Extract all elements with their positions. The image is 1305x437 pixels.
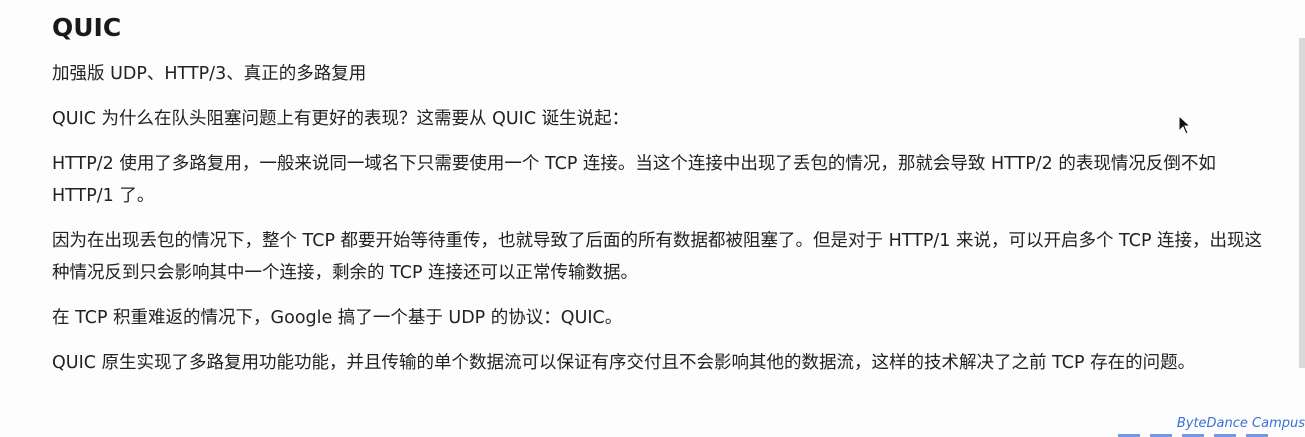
paragraph-packet-loss: 因为在出现丢包的情况下，整个 TCP 都要开始等待重传，也就导致了后面的所有数据… bbox=[52, 231, 1263, 283]
scrollbar[interactable] bbox=[1299, 38, 1305, 368]
article-content: QUIC 加强版 UDP、HTTP/3、真正的多路复用 QUIC 为什么在队头阻… bbox=[52, 10, 1277, 392]
paragraph-http2: HTTP/2 使用了多路复用，一般来说同一域名下只需要使用一个 TCP 连接。当… bbox=[52, 154, 1216, 206]
paragraph-google-quic: 在 TCP 积重难返的情况下，Google 搞了一个基于 UDP 的协议：QUI… bbox=[52, 308, 623, 328]
mouse-pointer-icon bbox=[1178, 115, 1192, 135]
paragraph-subtitle: 加强版 UDP、HTTP/3、真正的多路复用 bbox=[52, 64, 367, 84]
lecture-slide: QUIC 加强版 UDP、HTTP/3、真正的多路复用 QUIC 为什么在队头阻… bbox=[0, 0, 1305, 437]
page-title: QUIC bbox=[52, 13, 122, 42]
paragraph-question: QUIC 为什么在队头阻塞问题上有更好的表现？这需要从 QUIC 诞生说起： bbox=[52, 109, 630, 129]
paragraph-quic-multiplexing: QUIC 原生实现了多路复用功能功能，并且传输的单个数据流可以保证有序交付且不会… bbox=[52, 353, 1196, 373]
brand-watermark: ByteDance Campus bbox=[1176, 416, 1305, 431]
